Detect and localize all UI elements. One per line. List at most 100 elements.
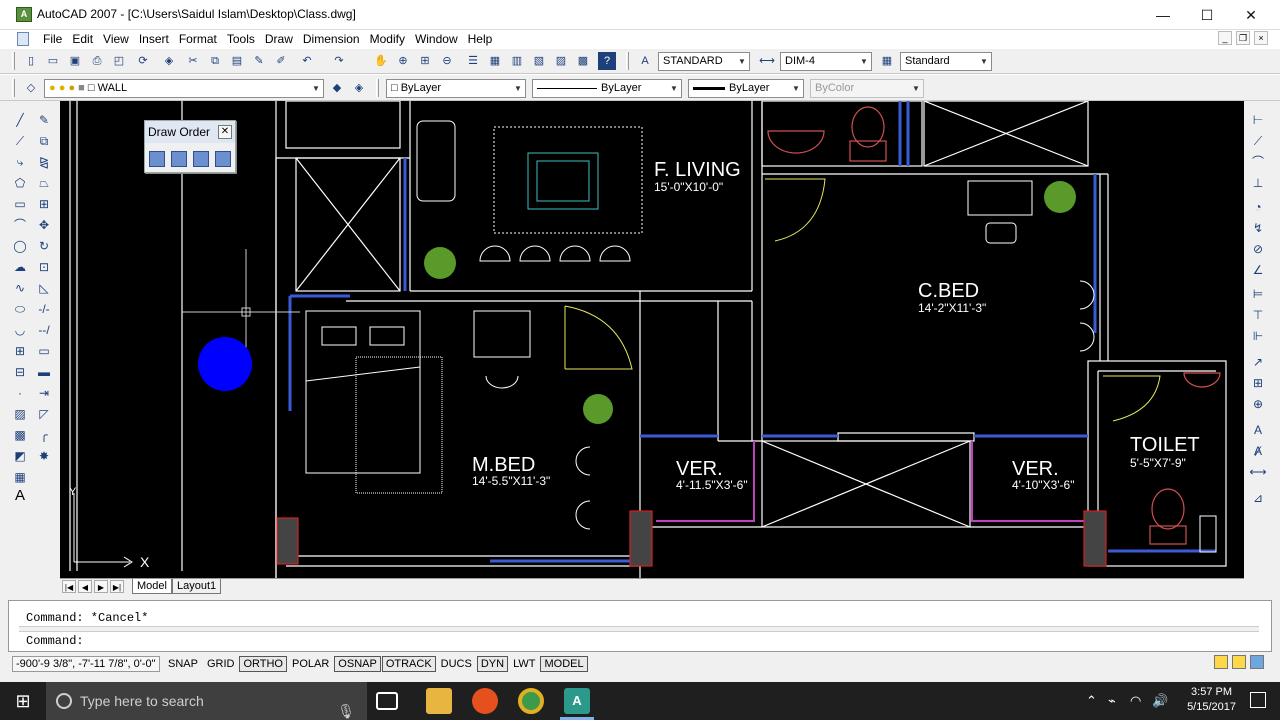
doc-restore-icon[interactable]: ❐ xyxy=(1236,31,1250,45)
dim-update-icon[interactable]: ⟷ xyxy=(1249,463,1267,481)
close-icon[interactable]: ✕ xyxy=(1228,0,1274,30)
dim-text-edit-icon[interactable]: Ⱥ xyxy=(1249,442,1267,460)
menu-format[interactable]: Format xyxy=(174,31,222,47)
toggle-lwt[interactable]: LWT xyxy=(509,656,539,672)
baseline-dim-icon[interactable]: ⊤ xyxy=(1249,306,1267,324)
ordinate-dim-icon[interactable]: ⊥ xyxy=(1249,174,1267,192)
open-icon[interactable]: ▭ xyxy=(44,52,62,70)
menu-window[interactable]: Window xyxy=(410,31,463,47)
communication-center-icon[interactable] xyxy=(1214,655,1228,669)
fillet-icon[interactable]: ╭ xyxy=(35,426,53,444)
first-tab-icon[interactable]: |◀ xyxy=(62,580,76,593)
chamfer-icon[interactable]: ◸ xyxy=(35,405,53,423)
diameter-dim-icon[interactable]: ⊘ xyxy=(1249,240,1267,258)
toggle-otrack[interactable]: OTRACK xyxy=(381,656,436,672)
microphone-icon[interactable]: 🎙 xyxy=(337,692,355,720)
toggle-polar[interactable]: POLAR xyxy=(288,656,333,672)
firefox-icon[interactable] xyxy=(472,688,498,714)
autocad-taskbar-icon[interactable]: A xyxy=(564,688,590,714)
match-properties-icon[interactable]: ✎ xyxy=(250,52,268,70)
table-style-icon[interactable]: ▦ xyxy=(878,52,896,70)
arc-length-icon[interactable]: ⌒ xyxy=(1249,153,1267,171)
autocad-app-icon[interactable]: A xyxy=(16,7,32,22)
toolbar-grip[interactable] xyxy=(376,79,379,97)
menu-modify[interactable]: Modify xyxy=(365,31,410,47)
dim-edit-icon[interactable]: A xyxy=(1249,421,1267,439)
trim-icon[interactable]: -/- xyxy=(35,300,53,318)
multiline-text-icon[interactable]: A xyxy=(11,487,29,505)
lineweight-dropdown[interactable]: ByLayer ▼ xyxy=(688,79,804,98)
point-icon[interactable]: · xyxy=(11,384,29,402)
command-splitter[interactable] xyxy=(19,626,1259,632)
menu-view[interactable]: View xyxy=(98,31,134,47)
clean-screen-icon[interactable] xyxy=(1250,655,1264,669)
radius-dim-icon[interactable]: ◔ xyxy=(1249,198,1267,216)
polygon-icon[interactable]: ⬠ xyxy=(11,174,29,192)
layer-manager-icon[interactable]: ◇ xyxy=(22,79,40,97)
tolerance-icon[interactable]: ⊞ xyxy=(1249,374,1267,392)
make-block-icon[interactable]: ⊟ xyxy=(11,363,29,381)
draw-order-toolbar[interactable]: Draw Order ✕ xyxy=(144,120,236,173)
toggle-osnap[interactable]: OSNAP xyxy=(334,656,381,672)
color-dropdown[interactable]: □ ByLayer ▼ xyxy=(386,79,526,98)
bring-above-icon[interactable] xyxy=(193,151,209,167)
last-tab-icon[interactable]: ▶| xyxy=(110,580,124,593)
toolbar-grip[interactable] xyxy=(626,52,629,70)
zoom-realtime-icon[interactable]: ⊕ xyxy=(394,52,412,70)
new-icon[interactable]: ▯ xyxy=(22,52,40,70)
dim-style-manager-icon[interactable]: ⊿ xyxy=(1249,489,1267,507)
close-icon[interactable]: ✕ xyxy=(218,125,232,139)
extend-icon[interactable]: --/ xyxy=(35,321,53,339)
toggle-snap[interactable]: SNAP xyxy=(164,656,202,672)
scale-icon[interactable]: ⊡ xyxy=(35,258,53,276)
minimize-icon[interactable]: — xyxy=(1140,0,1186,30)
array-icon[interactable]: ⊞ xyxy=(35,195,53,213)
table-icon[interactable]: ▦ xyxy=(11,468,29,486)
doc-minimize-icon[interactable]: _ xyxy=(1218,31,1232,45)
plot-preview-icon[interactable]: ◰ xyxy=(110,52,128,70)
markup-icon[interactable]: ▨ xyxy=(552,52,570,70)
line-icon[interactable]: ╱ xyxy=(11,111,29,129)
copy-object-icon[interactable]: ⧉ xyxy=(35,132,53,150)
chevron-up-icon[interactable]: ⌃ xyxy=(1086,693,1097,709)
undo-icon[interactable]: ↶ xyxy=(298,52,316,70)
doc-close-icon[interactable]: × xyxy=(1254,31,1268,45)
table-style-dropdown[interactable]: Standard ▼ xyxy=(900,52,992,71)
rotate-icon[interactable]: ↻ xyxy=(35,237,53,255)
redo-icon[interactable]: ↷ xyxy=(330,52,348,70)
insert-block-icon[interactable]: ⊞ xyxy=(11,342,29,360)
hatch-icon[interactable]: ▨ xyxy=(11,405,29,423)
quick-dim-icon[interactable]: ⊨ xyxy=(1249,285,1267,303)
toggle-ortho[interactable]: ORTHO xyxy=(239,656,287,672)
circle-icon[interactable]: ◯ xyxy=(11,237,29,255)
wifi-icon[interactable]: ◠ xyxy=(1130,693,1141,709)
join-icon[interactable]: ⇥ xyxy=(35,384,53,402)
chrome-icon[interactable] xyxy=(518,688,544,714)
stretch-icon[interactable]: ◺ xyxy=(35,279,53,297)
ellipse-icon[interactable]: ⬭ xyxy=(11,300,29,318)
menu-draw[interactable]: Draw xyxy=(260,31,298,47)
command-window[interactable]: Command: *Cancel* Command: xyxy=(8,600,1272,652)
revision-cloud-icon[interactable]: ☁ xyxy=(11,258,29,276)
polyline-icon[interactable]: ⤷ xyxy=(11,153,29,171)
next-tab-icon[interactable]: ▶ xyxy=(94,580,108,593)
make-object-layer-current-icon[interactable]: ◆ xyxy=(328,79,346,97)
mirror-icon[interactable]: ⧎ xyxy=(35,153,53,171)
block-editor-icon[interactable]: ✐ xyxy=(272,52,290,70)
menu-edit[interactable]: Edit xyxy=(67,31,98,47)
notifications-icon[interactable] xyxy=(1250,692,1266,708)
maximize-icon[interactable]: ☐ xyxy=(1184,0,1230,30)
lock-icon[interactable] xyxy=(1232,655,1246,669)
break-at-point-icon[interactable]: ▬ xyxy=(35,363,53,381)
task-view-icon[interactable] xyxy=(376,692,398,710)
save-icon[interactable]: ▣ xyxy=(66,52,84,70)
region-icon[interactable]: ◩ xyxy=(11,447,29,465)
bring-to-front-icon[interactable] xyxy=(149,151,165,167)
taskbar-clock[interactable]: 3:57 PM 5/15/2017 xyxy=(1187,685,1236,715)
network-icon[interactable]: ⌁ xyxy=(1108,693,1116,709)
jogged-dim-icon[interactable]: ↯ xyxy=(1249,219,1267,237)
windows-start-icon[interactable]: ⊞ xyxy=(0,682,46,720)
publish-icon[interactable]: ⟳ xyxy=(134,52,152,70)
volume-icon[interactable]: 🔊 xyxy=(1152,693,1168,709)
drawing-canvas[interactable]: F. LIVING 15'-0"X10'-0" C.BED 14'-2"X11'-3"… xyxy=(60,101,1244,578)
